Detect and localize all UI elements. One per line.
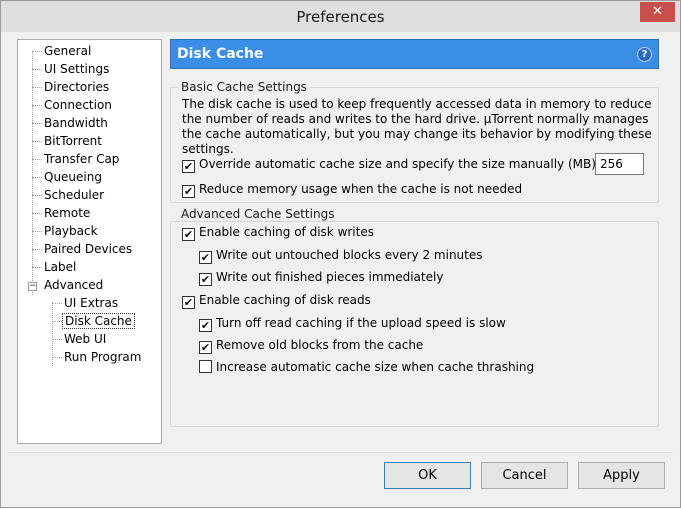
checkbox-label: Enable caching of disk reads: [199, 293, 371, 307]
tree-item-label: Disk Cache: [62, 313, 135, 329]
tree-item-label-category[interactable]: Label: [32, 258, 78, 276]
remove-old-blocks-checkbox[interactable]: ✔ Remove old blocks from the cache: [199, 337, 424, 354]
tree-item-label: Directories: [44, 80, 110, 94]
checkbox-icon: [199, 360, 212, 373]
reduce-memory-checkbox[interactable]: ✔ Reduce memory usage when the cache is n…: [182, 181, 523, 198]
title-bar[interactable]: Preferences ✕: [1, 1, 680, 32]
tree-item-label: Queueing: [44, 170, 102, 184]
checkbox-icon: ✔: [182, 185, 195, 198]
cache-description: The disk cache is used to keep frequentl…: [182, 97, 652, 156]
tree-item-label: General: [44, 44, 92, 58]
checkbox-icon: ✔: [182, 228, 195, 241]
tree-item-paired-devices[interactable]: Paired Devices: [32, 240, 134, 258]
window-title: Preferences: [296, 8, 385, 26]
close-button[interactable]: ✕: [640, 2, 675, 22]
tree-item-ui-settings[interactable]: UI Settings: [32, 60, 111, 78]
write-finished-pieces-checkbox[interactable]: ✔ Write out finished pieces immediately: [199, 269, 444, 286]
section-header: Disk Cache ?: [170, 39, 659, 69]
cache-size-input[interactable]: 256: [595, 153, 644, 175]
tree-item-remote[interactable]: Remote: [32, 204, 92, 222]
turn-off-read-caching-checkbox[interactable]: ✔ Turn off read caching if the upload spe…: [199, 315, 506, 332]
checkbox-label: Override automatic cache size and specif…: [199, 157, 600, 171]
checkbox-label: Write out finished pieces immediately: [216, 270, 444, 284]
enable-write-caching-checkbox[interactable]: ✔ Enable caching of disk writes: [182, 224, 374, 241]
tree-item-label: Transfer Cap: [44, 152, 120, 166]
apply-button[interactable]: Apply: [578, 462, 665, 489]
increase-cache-size-checkbox[interactable]: Increase automatic cache size when cache…: [199, 359, 534, 375]
tree-item-label: Remote: [44, 206, 91, 220]
checkbox-icon: ✔: [199, 341, 212, 354]
tree-item-label: Scheduler: [44, 188, 105, 202]
tree-item-label: Connection: [44, 98, 112, 112]
tree-item-ui-extras[interactable]: UI Extras: [52, 294, 120, 312]
tree-item-advanced[interactable]: Advanced: [32, 276, 105, 294]
override-cache-size-checkbox[interactable]: ✔ Override automatic cache size and speci…: [182, 156, 600, 173]
tree-item-directories[interactable]: Directories: [32, 78, 111, 96]
checkbox-label: Enable caching of disk writes: [199, 225, 374, 239]
checkbox-icon: ✔: [182, 160, 195, 173]
close-icon: ✕: [652, 4, 663, 19]
tree-item-general[interactable]: General: [32, 42, 93, 60]
tree-item-connection[interactable]: Connection: [32, 96, 114, 114]
tree-item-label: Playback: [44, 224, 98, 238]
cancel-button[interactable]: Cancel: [481, 462, 568, 489]
enable-read-caching-checkbox[interactable]: ✔ Enable caching of disk reads: [182, 292, 371, 309]
tree-item-label: Label: [44, 260, 77, 274]
tree-item-disk-cache[interactable]: Disk Cache: [52, 312, 135, 330]
checkbox-label: Reduce memory usage when the cache is no…: [199, 182, 523, 196]
tree-item-label: Advanced: [44, 278, 104, 292]
tree-item-label: Run Program: [64, 350, 142, 364]
tree-item-label: Paired Devices: [44, 242, 133, 256]
tree-item-label: UI Extras: [64, 296, 119, 310]
checkbox-icon: ✔: [199, 319, 212, 332]
tree-item-label: Bandwidth: [44, 116, 108, 130]
section-title: Disk Cache: [177, 46, 264, 62]
dialog-body: General UI Settings Directories Connecti…: [8, 32, 673, 501]
tree-item-bandwidth[interactable]: Bandwidth: [32, 114, 110, 132]
tree-item-label: BitTorrent: [44, 134, 102, 148]
tree-item-playback[interactable]: Playback: [32, 222, 100, 240]
tree-item-run-program[interactable]: Run Program: [52, 348, 143, 366]
category-tree: General UI Settings Directories Connecti…: [17, 39, 162, 444]
tree-item-scheduler[interactable]: Scheduler: [32, 186, 106, 204]
ok-button[interactable]: OK: [384, 462, 471, 489]
write-untouched-blocks-checkbox[interactable]: ✔ Write out untouched blocks every 2 minu…: [199, 247, 483, 264]
tree-item-web-ui[interactable]: Web UI: [52, 330, 108, 348]
checkbox-label: Increase automatic cache size when cache…: [216, 360, 535, 374]
tree-item-bittorrent[interactable]: BitTorrent: [32, 132, 104, 150]
button-divider: [8, 452, 673, 453]
tree-item-label: UI Settings: [44, 62, 110, 76]
collapse-icon[interactable]: −: [28, 282, 37, 291]
tree-item-transfer-cap[interactable]: Transfer Cap: [32, 150, 121, 168]
checkbox-icon: ✔: [199, 273, 212, 286]
checkbox-label: Write out untouched blocks every 2 minut…: [216, 248, 483, 262]
basic-group-title: Basic Cache Settings: [178, 80, 310, 94]
checkbox-icon: ✔: [199, 251, 212, 264]
checkbox-label: Turn off read caching if the upload spee…: [216, 316, 506, 330]
checkbox-label: Remove old blocks from the cache: [216, 338, 424, 352]
checkbox-icon: ✔: [182, 296, 195, 309]
tree-item-queueing[interactable]: Queueing: [32, 168, 104, 186]
advanced-group-title: Advanced Cache Settings: [178, 207, 338, 221]
tree-item-label: Web UI: [64, 332, 107, 346]
preferences-window: Preferences ✕ General UI Settings Direct…: [0, 0, 681, 508]
help-icon[interactable]: ?: [637, 47, 652, 62]
